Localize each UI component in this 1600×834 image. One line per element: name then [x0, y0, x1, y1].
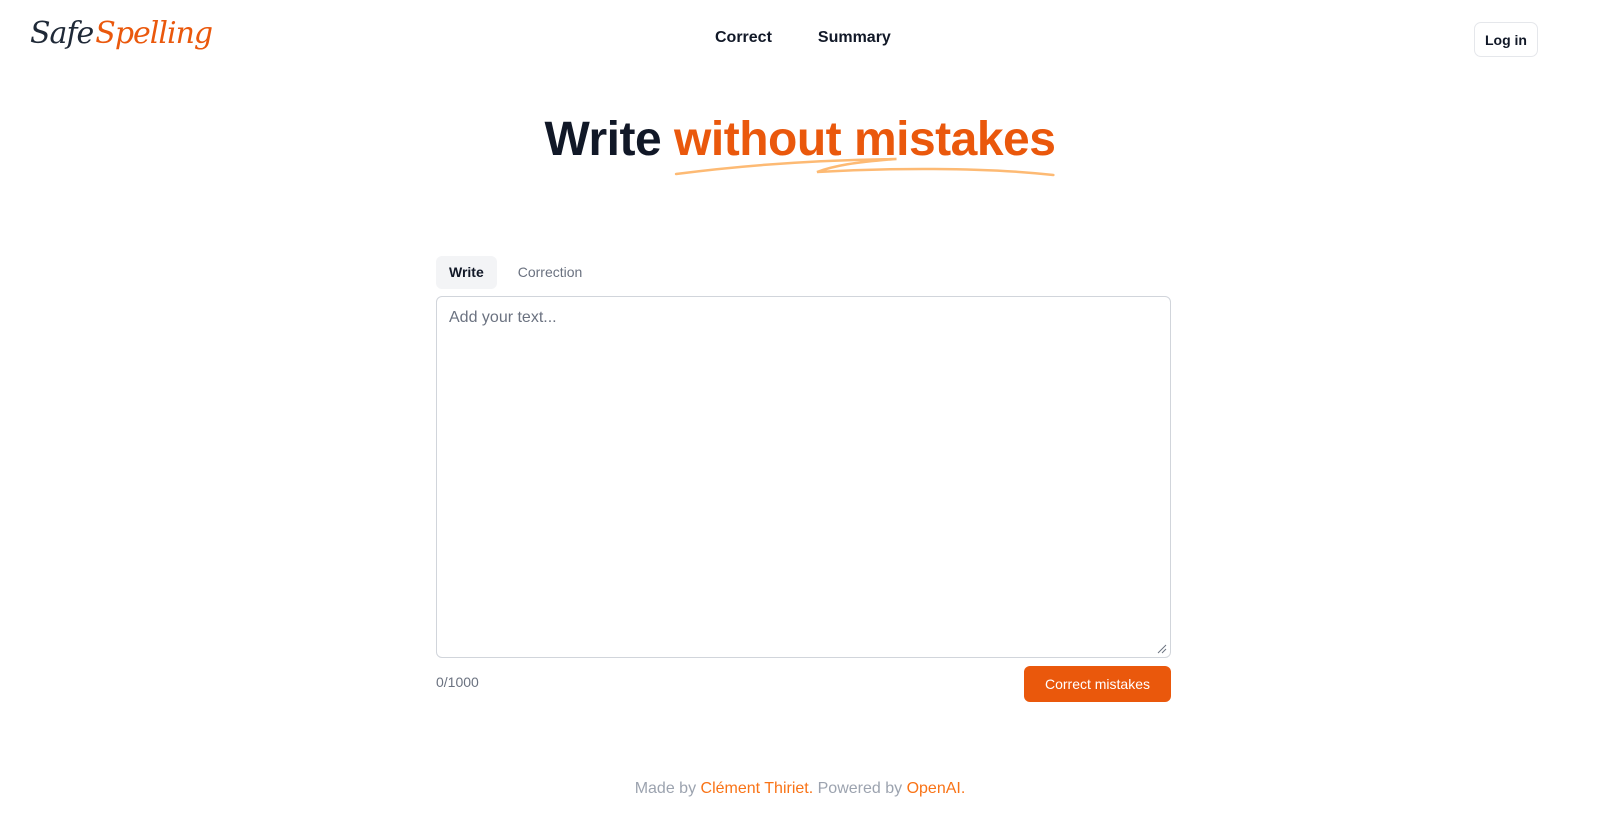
hero-title-plain: Write — [544, 113, 662, 166]
nav-link-correct[interactable]: Correct — [715, 29, 772, 47]
correct-mistakes-button[interactable]: Correct mistakes — [1024, 666, 1171, 702]
logo-text-spelling: Spelling — [95, 16, 213, 51]
text-editor — [436, 296, 1171, 658]
openai-link[interactable]: OpenAI. — [907, 780, 966, 797]
logo[interactable]: Safe Spelling — [30, 16, 213, 62]
nav-link-summary[interactable]: Summary — [818, 29, 891, 47]
login-button[interactable]: Log in — [1474, 22, 1538, 57]
hero-title-accent: without mistakes — [674, 113, 1056, 177]
author-link[interactable]: Clément Thiriet. — [701, 780, 814, 797]
main-nav: Correct Summary — [715, 29, 891, 47]
text-input[interactable] — [437, 297, 1170, 657]
footer: Made by Clément Thiriet. Powered by Open… — [0, 780, 1600, 798]
footer-powered-by-label: Powered by — [817, 780, 903, 797]
hero-title: Write without mistakes — [544, 112, 1056, 177]
logo-text-safe: Safe — [30, 16, 94, 51]
hero: Write without mistakes — [0, 112, 1600, 177]
tab-write[interactable]: Write — [436, 256, 497, 289]
resize-handle-icon[interactable] — [1157, 644, 1167, 654]
character-counter: 0/1000 — [436, 674, 479, 690]
tab-correction[interactable]: Correction — [505, 256, 596, 289]
footer-made-by-label: Made by — [634, 780, 697, 797]
hand-drawn-underline-icon — [674, 157, 1055, 177]
editor-tabs: Write Correction — [436, 256, 595, 289]
